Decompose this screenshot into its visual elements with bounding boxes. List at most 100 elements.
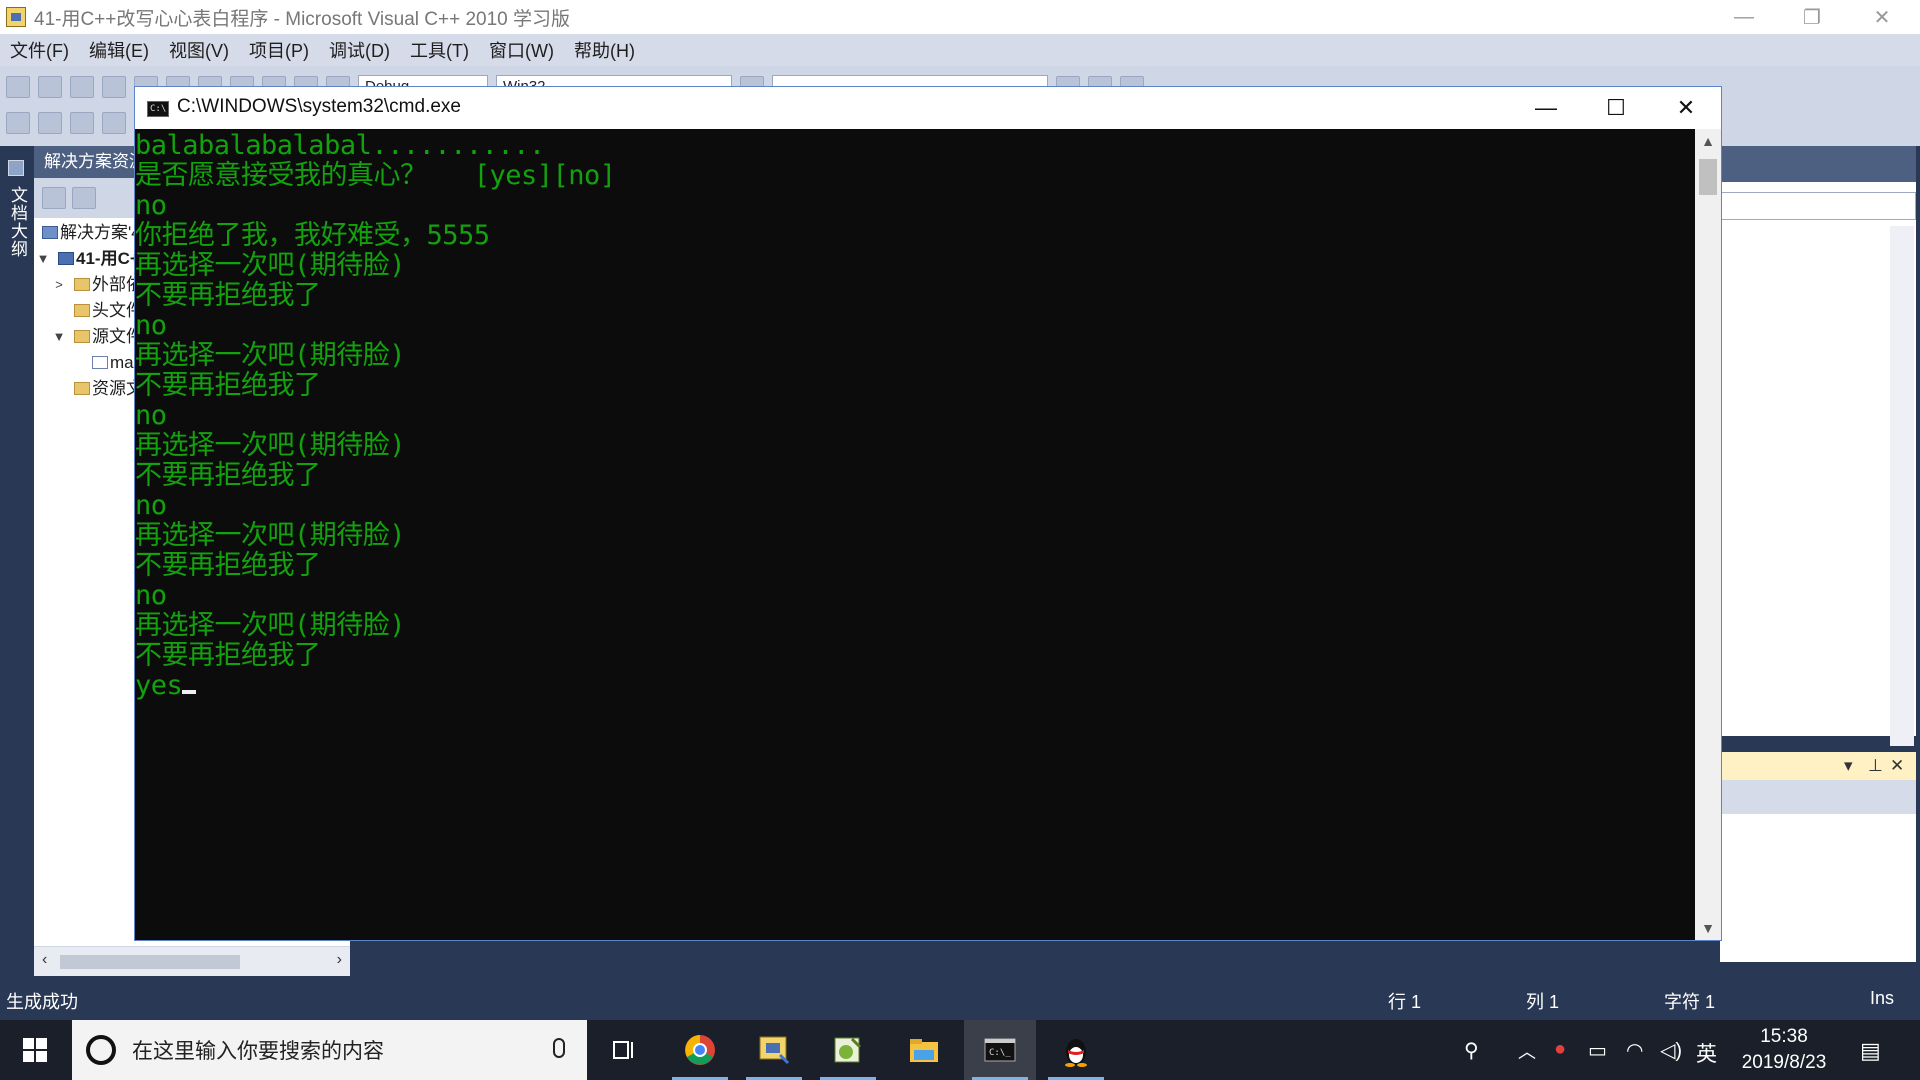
task-view-button[interactable] bbox=[588, 1020, 660, 1080]
status-insert-mode: Ins bbox=[1870, 988, 1895, 1008]
vs-restore-button[interactable]: ❐ bbox=[1780, 0, 1844, 34]
close-pane-icon[interactable]: ✕ bbox=[1890, 756, 1904, 776]
show-hidden-icons-chevron-icon[interactable]: ︿ bbox=[1518, 1038, 1536, 1064]
expand-chevron-icon[interactable]: ▼ bbox=[52, 324, 66, 350]
vs-menu-bar: 文件(F) 编辑(E) 视图(V) 项目(P) 调试(D) 工具(T) 窗口(W… bbox=[0, 34, 1920, 66]
vs-window-title: 41-用C++改写心心表白程序 - Microsoft Visual C++ 2… bbox=[34, 8, 571, 30]
scrollbar-thumb[interactable] bbox=[60, 955, 240, 969]
new-project-icon[interactable] bbox=[6, 76, 30, 98]
pin-icon[interactable]: ⊥ bbox=[1868, 756, 1883, 776]
microphone-icon[interactable] bbox=[553, 1038, 565, 1058]
cmd-window-title: C:\WINDOWS\system32\cmd.exe bbox=[177, 96, 461, 117]
console-line: balabalabalabal........... bbox=[135, 130, 545, 161]
menu-edit[interactable]: 编辑(E) bbox=[79, 37, 159, 63]
menu-debug[interactable]: 调试(D) bbox=[319, 37, 400, 63]
volume-icon[interactable]: ◁) bbox=[1660, 1038, 1682, 1063]
scroll-right-arrow-icon[interactable]: › bbox=[337, 951, 342, 969]
menu-window[interactable]: 窗口(W) bbox=[479, 37, 564, 63]
status-row: 行 1 bbox=[1388, 992, 1422, 1012]
expand-chevron-icon[interactable]: ▼ bbox=[36, 246, 50, 272]
comment-icon[interactable] bbox=[70, 112, 94, 134]
cmd-vertical-scrollbar[interactable]: ▲ ▼ bbox=[1695, 129, 1721, 940]
menu-tools[interactable]: 工具(T) bbox=[400, 37, 479, 63]
cmd-app-icon: C:\ bbox=[147, 101, 169, 117]
member-dropdown[interactable] bbox=[1720, 192, 1916, 220]
people-icon[interactable]: ⚲ bbox=[1464, 1038, 1479, 1063]
vs-close-button[interactable]: ✕ bbox=[1850, 0, 1914, 34]
folder-icon bbox=[74, 382, 90, 395]
folder-icon bbox=[74, 278, 90, 291]
menu-help[interactable]: 帮助(H) bbox=[564, 37, 645, 63]
search-placeholder: 在这里输入你要搜索的内容 bbox=[132, 1040, 384, 1063]
cmd-maximize-button[interactable]: ☐ bbox=[1581, 87, 1651, 129]
power-icon[interactable]: ▭ bbox=[1588, 1038, 1607, 1063]
taskbar-app-notepad-plus[interactable] bbox=[812, 1020, 884, 1080]
collapse-chevron-icon[interactable]: > bbox=[52, 272, 66, 298]
taskbar-app-chrome[interactable] bbox=[664, 1020, 736, 1080]
taskbar-app-cmd[interactable]: C:\_ bbox=[964, 1020, 1036, 1080]
bookmark-icon[interactable] bbox=[102, 112, 126, 134]
clock-date: 2019/8/23 bbox=[1741, 1052, 1827, 1073]
cmd-minimize-button[interactable]: — bbox=[1511, 87, 1581, 129]
cpp-file-icon bbox=[92, 356, 108, 369]
menu-file[interactable]: 文件(F) bbox=[0, 37, 79, 63]
project-icon bbox=[58, 252, 74, 265]
console-output[interactable]: balabalabalabal........... 是否愿意接受我的真心？ [… bbox=[135, 129, 1695, 940]
console-line: no bbox=[135, 490, 167, 521]
add-item-icon[interactable] bbox=[38, 76, 62, 98]
cmd-close-button[interactable]: ✕ bbox=[1651, 87, 1721, 129]
folder-icon bbox=[74, 330, 90, 343]
start-button[interactable] bbox=[0, 1020, 70, 1080]
dropdown-chevron-icon[interactable]: ▾ bbox=[1844, 756, 1853, 776]
document-outline-tab[interactable]: 文档大纲 bbox=[5, 186, 30, 258]
action-center-icon[interactable]: ▤ bbox=[1860, 1038, 1881, 1064]
outdent-icon[interactable] bbox=[38, 112, 62, 134]
editor-right-area: ▾ ⊥ ✕ bbox=[1720, 146, 1920, 976]
document-outline-strip[interactable]: 文档大纲 bbox=[0, 146, 32, 976]
vs-minimize-button[interactable]: — bbox=[1712, 0, 1776, 34]
show-all-files-icon[interactable] bbox=[72, 187, 96, 209]
console-line: 不要再拒绝我了 bbox=[135, 550, 321, 581]
console-line: 再选择一次吧(期待脸) bbox=[135, 340, 406, 371]
taskbar-clock[interactable]: 15:38 2019/8/23 bbox=[1716, 1024, 1852, 1076]
taskbar-app-qq[interactable] bbox=[1040, 1020, 1112, 1080]
editor-vertical-scrollbar[interactable] bbox=[1890, 226, 1914, 746]
notepad-plus-icon bbox=[834, 1037, 862, 1063]
console-line: 不要再拒绝我了 bbox=[135, 460, 321, 491]
input-method-indicator[interactable]: 英 bbox=[1696, 1038, 1717, 1068]
indent-icon[interactable] bbox=[6, 112, 30, 134]
cmd-window[interactable]: C:\ C:\WINDOWS\system32\cmd.exe — ☐ ✕ ba… bbox=[134, 86, 1722, 941]
console-line: 再选择一次吧(期待脸) bbox=[135, 610, 406, 641]
cmd-title-bar[interactable]: C:\ C:\WINDOWS\system32\cmd.exe — ☐ ✕ bbox=[135, 87, 1721, 129]
solution-explorer-horizontal-scrollbar[interactable]: ‹ › bbox=[34, 946, 350, 976]
console-line: no bbox=[135, 580, 167, 611]
menu-project[interactable]: 项目(P) bbox=[239, 37, 319, 63]
visual-cpp-icon bbox=[759, 1036, 790, 1065]
network-icon[interactable]: ◠ bbox=[1626, 1038, 1643, 1063]
open-file-icon[interactable] bbox=[70, 76, 94, 98]
svg-text:C:\_: C:\_ bbox=[989, 1048, 1011, 1058]
console-line: 不要再拒绝我了 bbox=[135, 370, 321, 401]
scroll-down-arrow-icon[interactable]: ▼ bbox=[1695, 920, 1721, 936]
document-outline-icon[interactable] bbox=[8, 160, 24, 176]
taskbar-app-visual-cpp[interactable] bbox=[738, 1020, 810, 1080]
save-icon[interactable] bbox=[102, 76, 126, 98]
console-line: 再选择一次吧(期待脸) bbox=[135, 430, 406, 461]
console-line: 你拒绝了我，我好难受，5555 bbox=[135, 220, 490, 251]
properties-icon[interactable] bbox=[42, 187, 66, 209]
scroll-left-arrow-icon[interactable]: ‹ bbox=[42, 951, 47, 969]
console-input-line[interactable]: yes bbox=[135, 671, 1695, 701]
scroll-up-arrow-icon[interactable]: ▲ bbox=[1695, 133, 1721, 149]
console-line: 不要再拒绝我了 bbox=[135, 280, 321, 311]
chrome-icon bbox=[685, 1035, 715, 1065]
console-line: 再选择一次吧(期待脸) bbox=[135, 520, 406, 551]
windows-taskbar: 在这里输入你要搜索的内容 C:\_ ⚲ ︿ ● ▭ ◠ ◁) 英 15:38 2… bbox=[0, 1020, 1920, 1080]
tray-app-icon[interactable]: ● bbox=[1554, 1038, 1566, 1061]
taskbar-search-box[interactable]: 在这里输入你要搜索的内容 bbox=[72, 1020, 587, 1080]
output-text-area[interactable] bbox=[1720, 814, 1916, 962]
scrollbar-thumb[interactable] bbox=[1699, 159, 1717, 195]
taskbar-app-file-explorer[interactable] bbox=[888, 1020, 960, 1080]
menu-view[interactable]: 视图(V) bbox=[159, 37, 239, 63]
visual-cpp-app-icon bbox=[6, 7, 26, 27]
code-editor-area[interactable] bbox=[1720, 182, 1916, 746]
